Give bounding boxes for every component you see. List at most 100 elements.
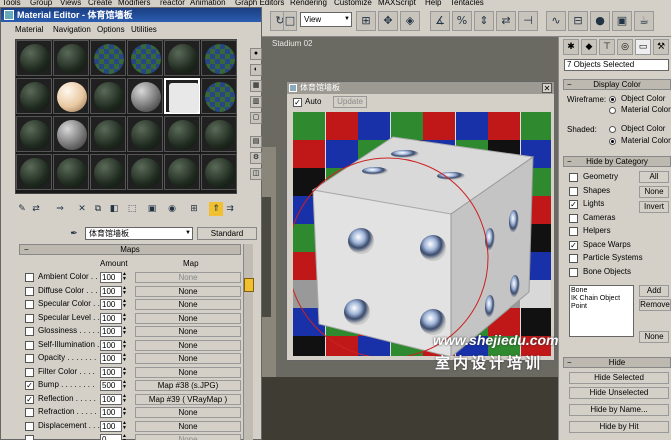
schematic-icon[interactable]: ⊟ [568,11,588,31]
motion-tab-icon[interactable]: ◎ [617,39,633,55]
all-button[interactable]: All [639,171,669,183]
close-icon[interactable]: ✕ [542,83,552,93]
reference-coordinate-select[interactable]: View [300,12,352,27]
display-color-rollout[interactable]: − Display Color [563,79,671,90]
sample-slot[interactable] [201,78,237,114]
hide-list-item[interactable]: IK Chain Object [571,295,632,303]
spinner-snap-icon[interactable]: ⇕ [474,11,494,31]
map-slot-button[interactable]: None [135,272,241,283]
show-end-result-icon[interactable]: ⊞ [187,202,201,216]
map-amount-field[interactable]: 100 [100,420,122,432]
map-slot-button[interactable]: None [135,420,241,432]
amount-spinner[interactable]: ▲▼ [122,407,128,418]
sample-slot[interactable] [127,40,163,76]
category-checkbox[interactable] [569,254,578,263]
category-checkbox[interactable]: ✓ [569,240,578,250]
invert-button[interactable]: Invert [639,201,669,213]
menu-item[interactable]: Help [425,0,441,7]
material-editor-menu-item[interactable]: Navigation [53,25,91,34]
show-map-in-viewport-icon[interactable]: ◉ [165,202,179,216]
select-by-material-icon[interactable]: ◫ [250,168,262,180]
sample-slot[interactable] [164,78,200,114]
menu-item[interactable]: MAXScript [378,0,416,7]
sample-slot[interactable] [164,40,200,76]
material-type-button[interactable]: Standard [197,227,257,240]
amount-spinner[interactable]: ▲▼ [122,393,128,405]
create-tab-icon[interactable]: ✱ [563,39,579,55]
map-amount-field[interactable]: 100 [100,285,122,297]
sample-slot[interactable] [127,78,163,114]
pivot-icon[interactable]: ⊞ [356,11,376,31]
hide-rollout[interactable]: − Hide [563,357,671,368]
sample-slot[interactable] [201,40,237,76]
material-editor-menu-item[interactable]: Utilities [131,25,157,34]
curve-editor-icon[interactable]: ∿ [546,11,566,31]
render-setup-icon[interactable]: ▣ [612,11,632,31]
select-region-icon[interactable]: □ [283,11,297,31]
map-amount-field[interactable]: 100 [100,407,122,418]
shaded-object-color-radio[interactable] [609,126,616,133]
sample-slot[interactable] [16,116,52,152]
percent-snap-icon[interactable]: % [452,11,472,31]
amount-spinner[interactable]: ▲▼ [122,420,128,432]
make-unique-icon[interactable]: ◧ [107,202,121,216]
sample-slot[interactable] [90,116,126,152]
hierarchy-tab-icon[interactable]: ⊤ [599,39,615,55]
hide-list-item[interactable]: Bone [571,287,632,295]
category-checkbox[interactable] [569,186,578,196]
modify-tab-icon[interactable]: ◆ [581,39,597,55]
select-manipulate-icon[interactable]: ✥ [378,11,398,31]
viewport-label[interactable]: Stadium 02 [272,39,312,48]
sample-slot[interactable] [53,40,89,76]
pick-material-icon[interactable]: ✒ [67,227,81,241]
put-to-scene-icon[interactable]: ⇄ [29,202,43,216]
assign-to-selection-icon[interactable]: ⇒ [53,202,67,216]
map-amount-field[interactable]: 100 [100,312,122,324]
category-checkbox[interactable]: ✓ [569,200,578,209]
remove-button[interactable]: Remove [639,299,671,311]
map-enable-checkbox[interactable] [25,421,34,431]
material-editor-scrollbar[interactable] [243,244,254,440]
menu-item[interactable]: Group [30,0,52,7]
category-checkbox[interactable] [569,267,578,277]
map-slot-button[interactable]: None [135,339,241,351]
get-material-icon[interactable]: ✎ [15,202,29,216]
video-color-icon[interactable]: ▢ [250,112,262,124]
category-checkbox[interactable] [569,227,578,236]
map-slot-button[interactable]: None [135,407,241,418]
go-forward-to-sibling-icon[interactable]: ⇉ [223,202,237,216]
map-amount-field[interactable]: 100 [100,366,122,378]
amount-spinner[interactable]: ▲▼ [122,434,128,440]
map-amount-field[interactable]: 500 [100,380,122,391]
map-enable-checkbox[interactable] [25,286,34,296]
backlight-icon[interactable]: ◐ [250,64,262,76]
amount-spinner[interactable]: ▲▼ [122,326,128,337]
sample-slot[interactable] [90,78,126,114]
map-amount-field[interactable]: 0 [100,434,122,440]
copy-material-icon[interactable]: ⧉ [91,202,105,216]
map-amount-field[interactable]: 100 [100,393,122,405]
selection-count-field[interactable]: 7 Objects Selected [564,59,669,71]
map-slot-button[interactable]: None [135,434,241,440]
category-checkbox[interactable] [569,173,578,182]
sample-slot[interactable] [90,40,126,76]
material-effects-channel-icon[interactable]: ▣ [145,202,159,216]
sample-slot[interactable] [127,116,163,152]
map-slot-button[interactable]: None [135,299,241,310]
sample-slot[interactable] [16,78,52,114]
material-name-field[interactable]: 体育馆墙板 [85,227,193,240]
options-icon[interactable]: ⚙ [250,152,262,164]
put-to-library-icon[interactable]: ⬚ [125,202,139,216]
map-slot-button[interactable]: None [135,285,241,297]
uv-tiling-icon[interactable]: ▥ [250,96,262,108]
scroll-thumb[interactable] [244,278,254,292]
menu-item[interactable]: Views [60,0,81,7]
map-slot-button[interactable]: None [135,366,241,378]
sample-type-icon[interactable]: ● [250,48,262,60]
angle-snap-icon[interactable]: ∡ [430,11,450,31]
amount-spinner[interactable]: ▲▼ [122,285,128,297]
map-enable-checkbox[interactable] [25,327,34,336]
sample-slot[interactable] [127,154,163,190]
auto-checkbox[interactable]: ✓ [293,98,302,107]
material-editor-menu-item[interactable]: Options [97,25,125,34]
